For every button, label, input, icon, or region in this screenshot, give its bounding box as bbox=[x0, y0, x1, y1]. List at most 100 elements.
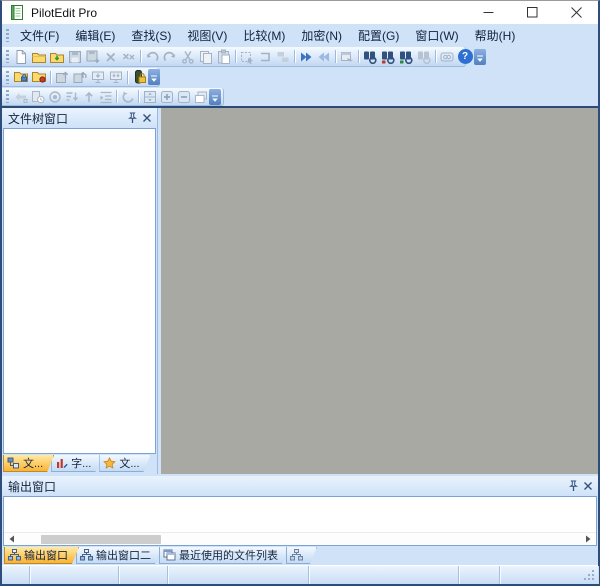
find-in-files-icon[interactable] bbox=[361, 49, 379, 65]
restore-layout-icon[interactable] bbox=[192, 89, 209, 105]
help-icon[interactable]: ? bbox=[456, 49, 474, 65]
favorites-star-icon bbox=[103, 457, 116, 469]
replace-in-files-icon[interactable] bbox=[379, 49, 397, 65]
status-section bbox=[500, 566, 598, 584]
output-content[interactable] bbox=[4, 497, 596, 532]
toolbar3-overflow-button[interactable] bbox=[209, 89, 221, 105]
close-button[interactable] bbox=[554, 1, 598, 24]
toolbar-standard: ? bbox=[2, 46, 598, 67]
scrollbar-thumb[interactable] bbox=[41, 535, 161, 544]
find-in-scripts-icon[interactable] bbox=[415, 49, 433, 65]
open-from-ftp-icon[interactable] bbox=[48, 49, 66, 65]
goto-window-icon[interactable] bbox=[338, 49, 356, 65]
pilotedit-window: PilotEdit Pro 文件(F) 编辑(E) 查找(S) 视图(V) 比较… bbox=[0, 0, 600, 586]
toolbar-separator bbox=[138, 90, 139, 103]
close-panel-icon[interactable] bbox=[139, 111, 154, 125]
sort-lines-icon[interactable] bbox=[63, 89, 80, 105]
menu-view[interactable]: 视图(V) bbox=[179, 24, 235, 47]
tab-favorite-files[interactable]: 文... bbox=[99, 455, 150, 472]
tab-file-tree[interactable]: 文... bbox=[3, 455, 54, 472]
next-difference-icon[interactable] bbox=[297, 49, 315, 65]
select-block-icon[interactable] bbox=[238, 49, 256, 65]
editor-area[interactable] bbox=[161, 108, 598, 474]
select-to-line-end-icon[interactable] bbox=[256, 49, 274, 65]
save-as-icon[interactable] bbox=[84, 49, 102, 65]
upload-all-files-icon[interactable] bbox=[71, 69, 89, 85]
toolbar-separator bbox=[140, 50, 141, 63]
scroll-left-icon[interactable] bbox=[6, 534, 17, 545]
status-section bbox=[459, 566, 500, 584]
char-chart-icon bbox=[55, 457, 68, 469]
file-tree-tab-strip: 文... 字... 文... bbox=[2, 454, 157, 474]
tab-output-window-2[interactable]: 输出窗口二 bbox=[76, 547, 162, 564]
encrypt-decrypt-icon[interactable] bbox=[130, 69, 148, 85]
output-panel-title: 输出窗口 bbox=[8, 478, 565, 495]
open-encrypted-ftp-file-icon[interactable] bbox=[12, 69, 30, 85]
indent-lines-icon[interactable] bbox=[97, 89, 114, 105]
new-file-icon[interactable] bbox=[12, 49, 30, 65]
toolbar3-grip[interactable] bbox=[6, 90, 9, 103]
menu-help[interactable]: 帮助(H) bbox=[467, 24, 524, 47]
cut-icon[interactable] bbox=[179, 49, 197, 65]
menu-config[interactable]: 配置(G) bbox=[350, 24, 407, 47]
close-all-files-icon[interactable] bbox=[120, 49, 138, 65]
redo-icon[interactable] bbox=[161, 49, 179, 65]
tab-recent-files[interactable]: 最近使用的文件列表 bbox=[159, 547, 289, 564]
menu-window[interactable]: 窗口(W) bbox=[407, 24, 466, 47]
previous-difference-icon[interactable] bbox=[315, 49, 333, 65]
toolbar-separator bbox=[335, 50, 336, 63]
menu-encrypt[interactable]: 加密(N) bbox=[293, 24, 350, 47]
menu-compare[interactable]: 比较(M) bbox=[235, 24, 293, 47]
toolbar2-grip[interactable] bbox=[6, 71, 9, 84]
toolbar-edit-tools bbox=[2, 87, 598, 106]
close-file-icon[interactable] bbox=[102, 49, 120, 65]
pin-icon[interactable] bbox=[124, 111, 139, 125]
move-lines-up-icon[interactable] bbox=[80, 89, 97, 105]
scroll-right-icon[interactable] bbox=[583, 534, 594, 545]
record-macro-icon[interactable] bbox=[46, 89, 63, 105]
status-section bbox=[119, 566, 168, 584]
hex-edit-mode-icon[interactable] bbox=[274, 49, 292, 65]
tab-char-view[interactable]: 字... bbox=[51, 455, 102, 472]
help-glyph: ? bbox=[462, 51, 468, 62]
file-tree-content[interactable] bbox=[3, 128, 156, 454]
save-icon[interactable] bbox=[66, 49, 84, 65]
maximize-button[interactable] bbox=[510, 1, 554, 24]
tab-scripts[interactable] bbox=[286, 547, 317, 564]
resize-grip-icon[interactable] bbox=[583, 569, 596, 582]
clipboard-history-icon[interactable] bbox=[29, 89, 46, 105]
refresh-icon[interactable] bbox=[119, 89, 136, 105]
split-window-icon[interactable] bbox=[141, 89, 158, 105]
status-section bbox=[168, 566, 309, 584]
toolbar1-grip[interactable] bbox=[6, 50, 9, 63]
output-horizontal-scrollbar[interactable] bbox=[4, 532, 596, 545]
open-folder-icon[interactable] bbox=[30, 49, 48, 65]
copy-icon[interactable] bbox=[197, 49, 215, 65]
column-00-icon[interactable] bbox=[438, 49, 456, 65]
undo-icon[interactable] bbox=[143, 49, 161, 65]
toolbar2-overflow-button[interactable] bbox=[148, 69, 160, 85]
menu-find[interactable]: 查找(S) bbox=[123, 24, 179, 47]
zoom-out-icon[interactable] bbox=[175, 89, 192, 105]
toolbar1-overflow-button[interactable] bbox=[474, 49, 486, 65]
download-all-files-icon[interactable] bbox=[107, 69, 125, 85]
tab-output-window[interactable]: 输出窗口 bbox=[4, 547, 79, 564]
minimize-button[interactable] bbox=[466, 1, 510, 24]
find-in-directories-icon[interactable] bbox=[397, 49, 415, 65]
status-section bbox=[30, 566, 119, 584]
menu-file[interactable]: 文件(F) bbox=[12, 24, 67, 47]
menu-edit[interactable]: 编辑(E) bbox=[67, 24, 123, 47]
close-panel-icon[interactable] bbox=[580, 479, 595, 493]
zoom-in-icon[interactable] bbox=[158, 89, 175, 105]
download-file-icon[interactable] bbox=[89, 69, 107, 85]
paste-icon[interactable] bbox=[215, 49, 233, 65]
open-modified-ftp-file-icon[interactable] bbox=[30, 69, 48, 85]
app-icon bbox=[9, 5, 25, 21]
toolbar-separator bbox=[127, 71, 128, 84]
tab-label: 文... bbox=[119, 455, 139, 471]
pin-icon[interactable] bbox=[565, 479, 580, 493]
collapse-tag-icon[interactable] bbox=[12, 89, 29, 105]
upload-file-icon[interactable] bbox=[53, 69, 71, 85]
menubar-grip[interactable] bbox=[6, 29, 9, 42]
scripts-icon bbox=[290, 549, 303, 561]
